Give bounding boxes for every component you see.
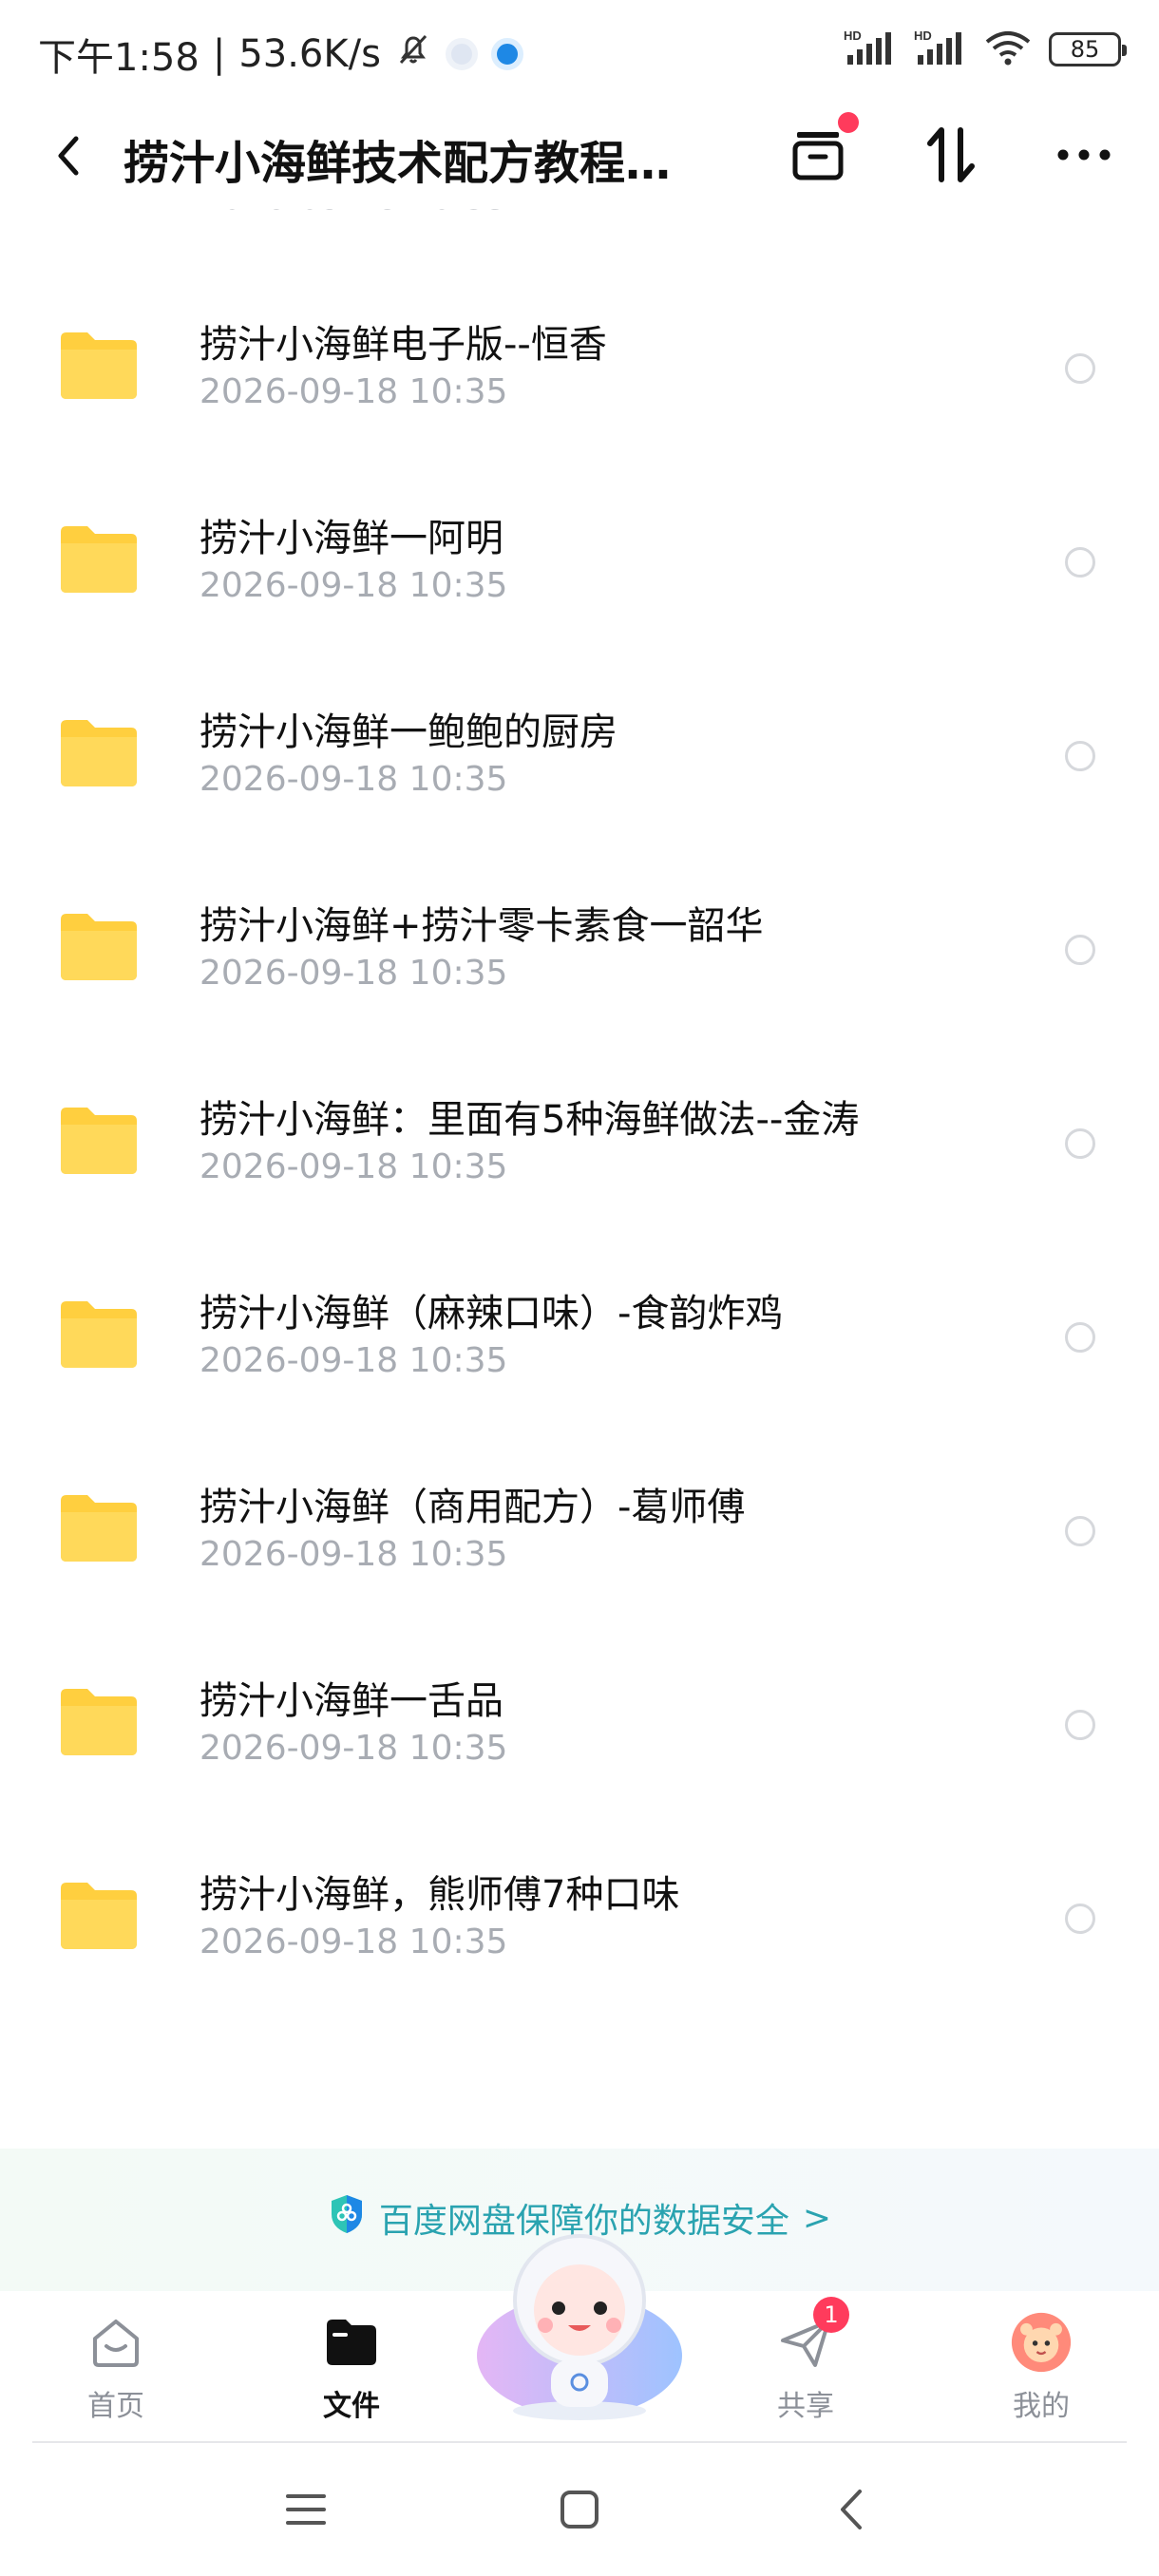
file-name: 捞汁小海鲜：里面有5种海鲜做法--金涛	[200, 1098, 860, 1142]
select-checkbox[interactable]	[1065, 1710, 1095, 1740]
file-date: 2026-09-18 10:35	[200, 209, 507, 218]
folder-icon	[61, 1689, 137, 1755]
file-name: 捞汁小海鲜一鲍鲍的厨房	[200, 710, 618, 754]
app-notification-icon	[445, 38, 478, 70]
page-title: 捞汁小海鲜技术配方教程…	[124, 137, 672, 190]
paper-plane-icon: 1	[775, 2297, 849, 2373]
file-date: 2026-09-18 10:35	[200, 1341, 508, 1380]
signal-icon-2: HD	[914, 28, 967, 70]
file-row[interactable]: 捞汁小海鲜（商用配方）-葛师傅 2026-09-18 10:35	[0, 1423, 1159, 1617]
menu-icon[interactable]	[277, 2481, 334, 2538]
file-row[interactable]: 捞汁小海鲜电子版--恒香 2026-09-18 10:35	[0, 260, 1159, 454]
tab-home-label: 首页	[87, 2390, 144, 2423]
avatar	[1011, 2312, 1072, 2373]
select-checkbox[interactable]	[1065, 1904, 1095, 1934]
file-name: 捞汁小海鲜一舌品	[200, 1679, 504, 1723]
select-checkbox[interactable]	[1065, 547, 1095, 578]
system-nav-bar	[0, 2443, 1159, 2576]
folder-icon	[61, 332, 137, 399]
notification-dot	[838, 112, 859, 133]
system-back-icon[interactable]	[823, 2481, 880, 2538]
status-bar: 下午1:58 | 53.6K/s HD HD 85	[0, 0, 1159, 104]
file-date: 2026-09-18 10:35	[200, 954, 508, 993]
mascot-icon[interactable]	[475, 2234, 684, 2424]
select-checkbox[interactable]	[1065, 1516, 1095, 1546]
share-badge: 1	[813, 2297, 849, 2333]
file-date: 2026-09-18 10:35	[200, 1147, 508, 1186]
nav-actions	[785, 112, 1117, 188]
file-date: 2026-09-18 10:35	[200, 760, 508, 799]
chevron-right-icon: >	[802, 2198, 832, 2238]
mute-bell-icon	[394, 30, 432, 78]
file-date: 2026-09-18 10:35	[200, 1923, 508, 1961]
status-right: HD HD 85	[844, 28, 1127, 70]
file-date: 2026-09-18 10:35	[200, 566, 508, 605]
file-row[interactable]: 捞汁小海鲜：里面有5种海鲜做法--金涛 2026-09-18 10:35	[0, 1035, 1159, 1229]
folder-icon	[61, 1883, 137, 1949]
folder-tab-icon	[321, 2312, 382, 2373]
backup-tray-icon[interactable]	[785, 112, 859, 188]
battery-icon: 85	[1049, 32, 1127, 66]
status-left: 下午1:58 | 53.6K/s	[38, 27, 523, 82]
file-row[interactable]: 2026-09-18 10:35	[0, 209, 1159, 260]
tab-files[interactable]: 文件	[276, 2291, 428, 2443]
status-time: 下午1:58	[38, 36, 200, 80]
tab-mine[interactable]: 我的	[965, 2291, 1117, 2443]
sort-transfer-icon[interactable]	[918, 122, 984, 188]
file-row[interactable]: 捞汁小海鲜一阿明 2026-09-18 10:35	[0, 454, 1159, 648]
file-row[interactable]: 捞汁小海鲜，熊师傅7种口味 2026-09-18 10:35	[0, 1810, 1159, 2004]
shield-icon	[328, 2193, 366, 2244]
file-name: 捞汁小海鲜电子版--恒香	[200, 323, 607, 367]
select-checkbox[interactable]	[1065, 1128, 1095, 1159]
tab-share[interactable]: 1 共享	[730, 2291, 882, 2443]
select-checkbox[interactable]	[1065, 935, 1095, 965]
file-date: 2026-09-18 10:35	[200, 1535, 508, 1574]
tab-home[interactable]: 首页	[40, 2291, 192, 2443]
top-nav: 捞汁小海鲜技术配方教程…	[0, 104, 1159, 209]
file-name: 捞汁小海鲜（麻辣口味）-食韵炸鸡	[200, 1292, 784, 1335]
select-checkbox[interactable]	[1065, 1322, 1095, 1353]
file-row[interactable]: 捞汁小海鲜+捞汁零卡素食一韶华 2026-09-18 10:35	[0, 842, 1159, 1035]
select-checkbox[interactable]	[1065, 353, 1095, 384]
svg-text:HD: HD	[914, 28, 932, 43]
wifi-icon	[984, 28, 1032, 70]
svg-text:HD: HD	[844, 28, 862, 43]
back-icon[interactable]	[42, 129, 95, 182]
file-name: 捞汁小海鲜一阿明	[200, 517, 504, 560]
file-list: 2026-09-18 10:35 捞汁小海鲜电子版--恒香 2026-09-18…	[0, 209, 1159, 2099]
status-separator: |	[212, 32, 226, 76]
folder-icon	[61, 526, 137, 593]
file-name: 捞汁小海鲜（商用配方）-葛师傅	[200, 1486, 746, 1529]
folder-icon	[61, 1495, 137, 1562]
file-row[interactable]: 捞汁小海鲜一舌品 2026-09-18 10:35	[0, 1617, 1159, 1810]
folder-icon	[61, 1108, 137, 1174]
folder-icon	[61, 720, 137, 786]
folder-icon	[61, 914, 137, 980]
more-icon[interactable]	[1051, 122, 1117, 188]
tab-files-label: 文件	[323, 2390, 380, 2423]
file-name: 捞汁小海鲜，熊师傅7种口味	[200, 1873, 680, 1917]
file-date: 2026-09-18 10:35	[200, 1729, 508, 1768]
signal-icon: HD	[844, 28, 897, 70]
folder-icon	[61, 1301, 137, 1368]
select-checkbox[interactable]	[1065, 741, 1095, 771]
status-speed: 53.6K/s	[238, 32, 381, 76]
file-row[interactable]: 捞汁小海鲜一鲍鲍的厨房 2026-09-18 10:35	[0, 648, 1159, 842]
home-icon	[86, 2312, 146, 2373]
file-name: 捞汁小海鲜+捞汁零卡素食一韶华	[200, 904, 764, 948]
bottom-tab-bar: 首页 文件 1 共享 我的	[0, 2234, 1159, 2443]
file-date: 2026-09-18 10:35	[200, 372, 508, 411]
home-square-icon[interactable]	[551, 2481, 608, 2538]
upload-notification-icon	[490, 38, 523, 70]
tab-share-label: 共享	[777, 2390, 834, 2423]
tab-mine-label: 我的	[1013, 2390, 1070, 2423]
file-row[interactable]: 捞汁小海鲜（麻辣口味）-食韵炸鸡 2026-09-18 10:35	[0, 1229, 1159, 1423]
